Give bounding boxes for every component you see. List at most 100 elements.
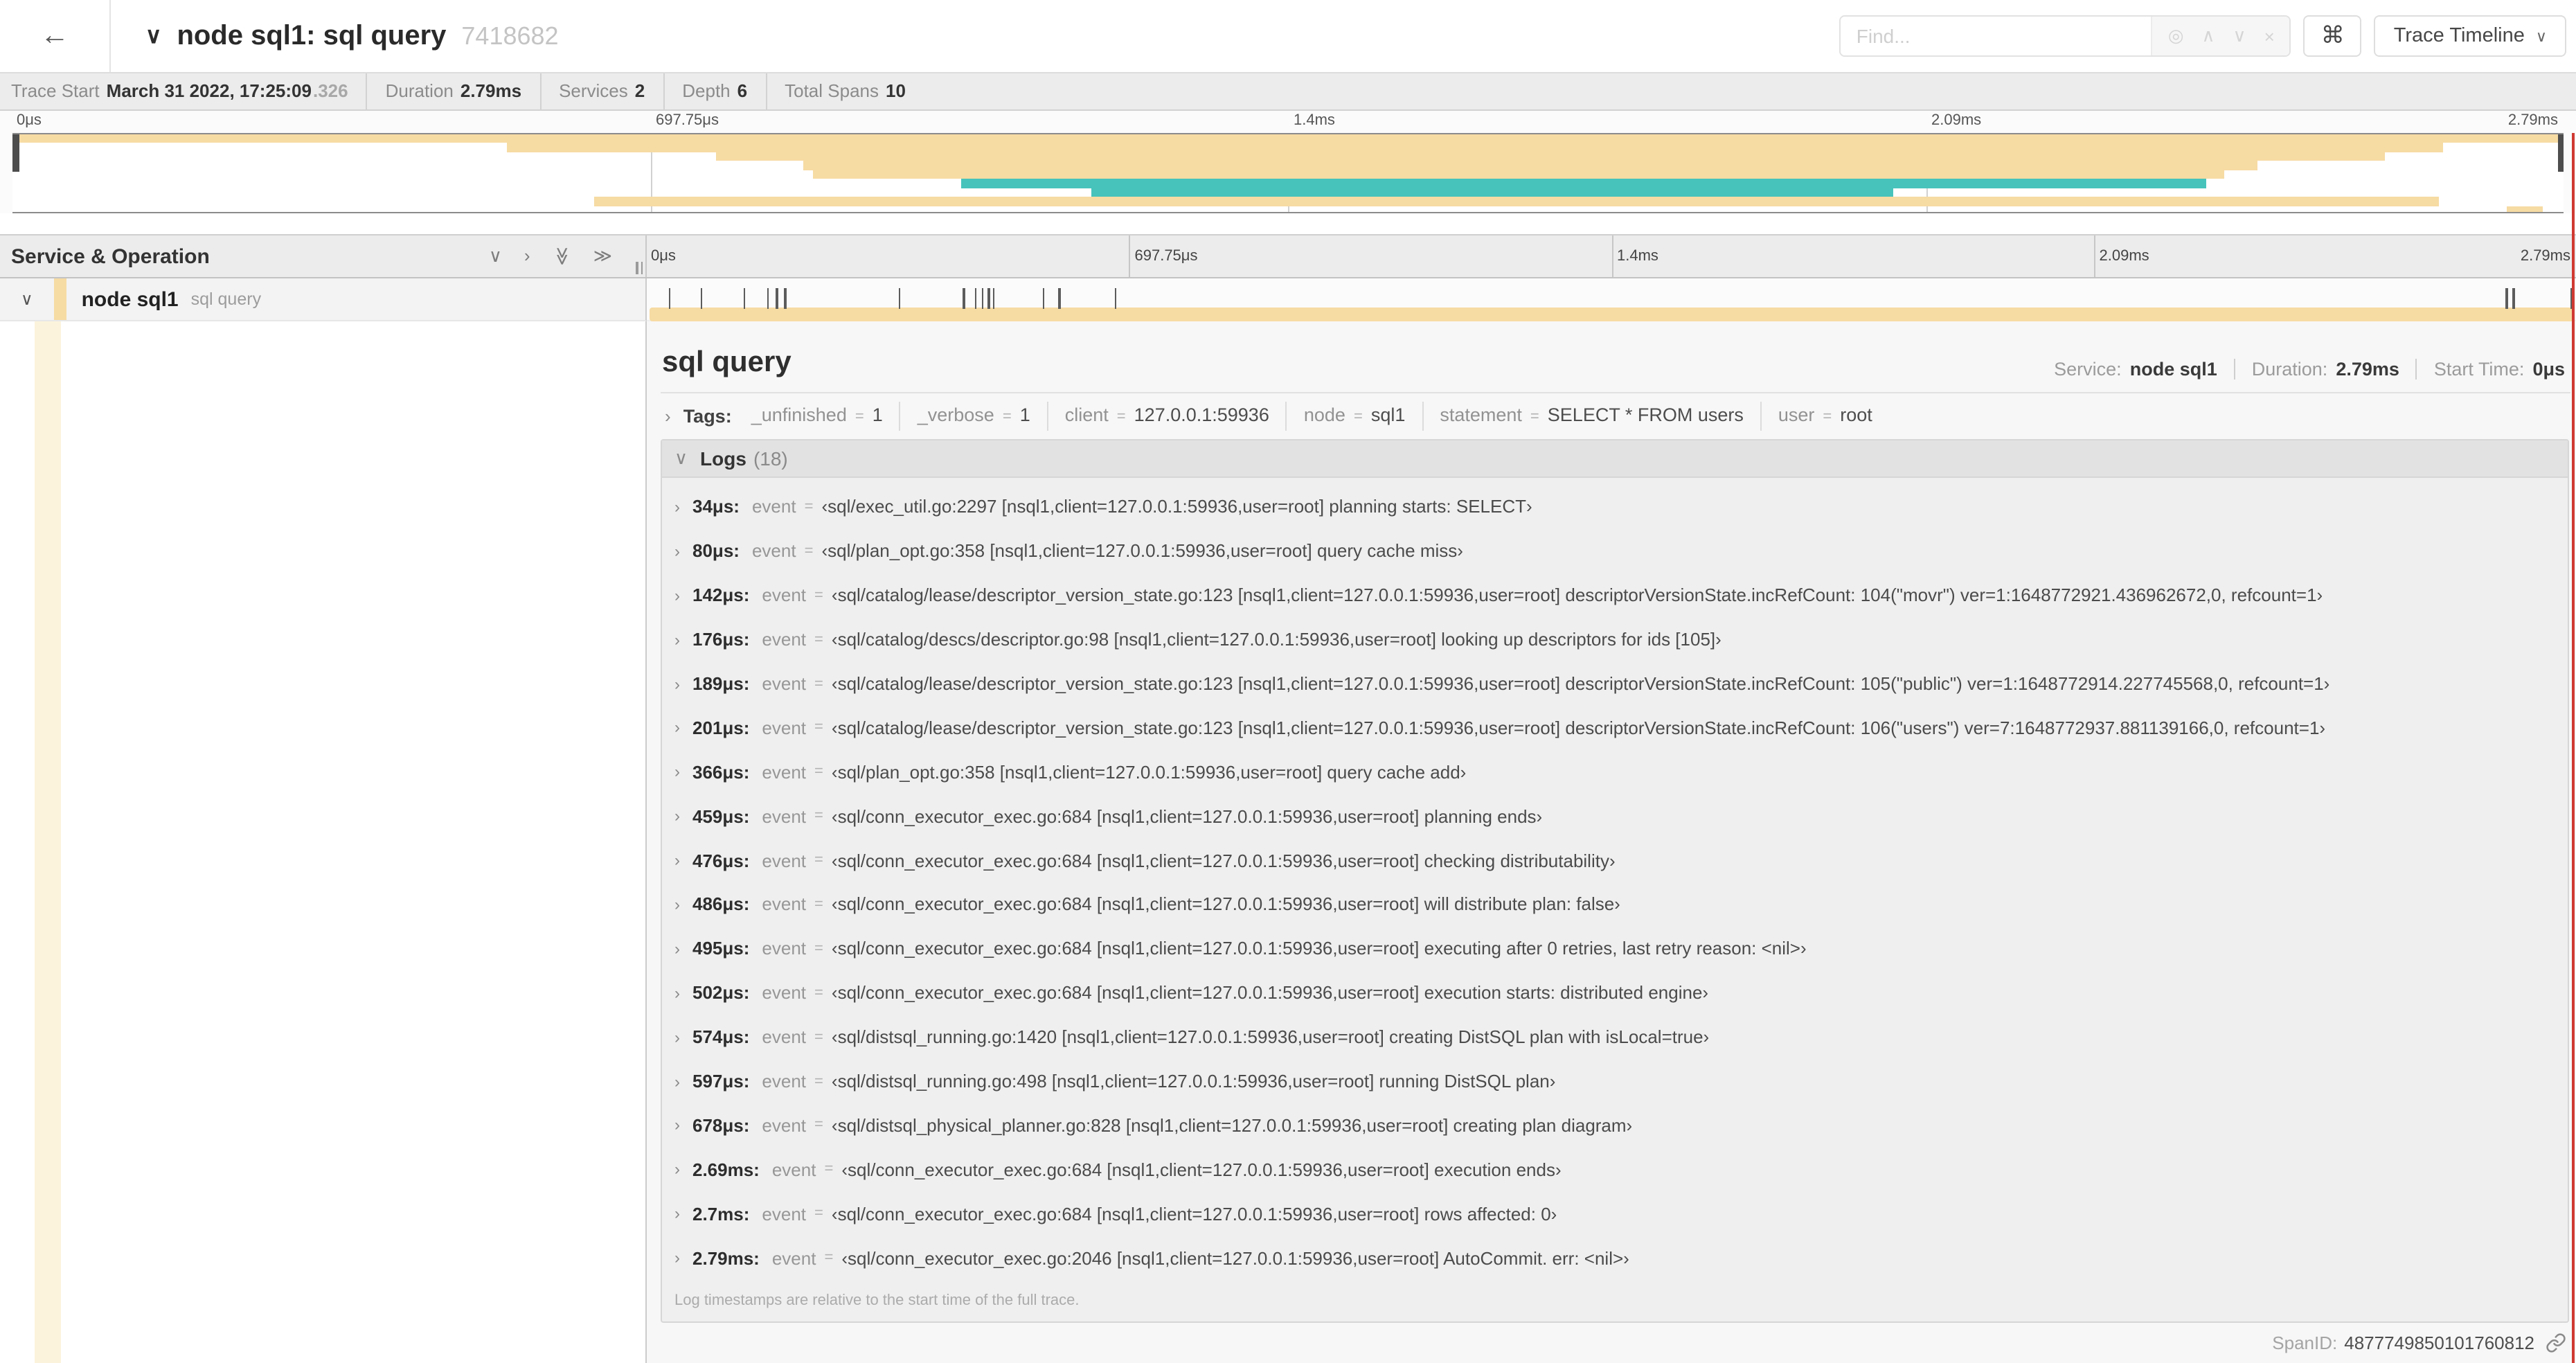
collapse-one-icon[interactable]: ∨ (489, 245, 502, 267)
trace-info-value: March 31 2022, 17:25:09 (106, 80, 312, 101)
tick-label: 697.75μs (656, 112, 719, 129)
minimap-span-bar (961, 179, 2207, 188)
tag-item[interactable]: _unfinished = 1 (735, 402, 900, 431)
logs-header[interactable]: ∨ Logs (18) (662, 440, 2568, 478)
tag-item[interactable]: statement = SELECT * FROM users (1422, 402, 1760, 431)
chevron-right-icon: › (674, 718, 680, 738)
minimap-span-bar (593, 197, 2439, 206)
trace-id: 7418682 (461, 21, 559, 49)
keyboard-shortcuts-button[interactable]: ⌘ (2303, 15, 2362, 57)
view-selector-label: Trace Timeline (2393, 25, 2525, 47)
log-timestamp: 366μs: (692, 761, 750, 783)
log-row[interactable]: › 486μs: event = ‹sql/conn_executor_exec.go:… (662, 882, 2568, 927)
find-input[interactable] (1841, 17, 2152, 55)
log-row[interactable]: › 459μs: event = ‹sql/conn_executor_exec.go:… (662, 794, 2568, 838)
tag-item[interactable]: _verbose = 1 (899, 402, 1047, 431)
log-marker (987, 288, 990, 309)
tick-label: 697.75μs (1134, 248, 1198, 265)
log-row[interactable]: › 476μs: event = ‹sql/conn_executor_exec.go:… (662, 838, 2568, 882)
next-match-icon[interactable]: ∨ (2233, 25, 2246, 47)
span-summary: Service: node sql1 Duration: 2.79ms Start Ti… (2037, 359, 2568, 380)
link-icon[interactable] (2546, 1333, 2566, 1353)
log-event-key: event (762, 938, 807, 959)
log-marker (2505, 288, 2508, 309)
log-marker (700, 288, 703, 309)
equals-sign: = (814, 1116, 823, 1134)
operation-name: sql query (190, 289, 262, 309)
span-collapse-icon[interactable]: ∨ (21, 289, 33, 309)
log-marker (1058, 288, 1061, 309)
back-button[interactable]: ← (0, 0, 111, 72)
clear-search-icon[interactable]: × (2264, 26, 2275, 46)
log-row[interactable]: › 34μs: event = ‹sql/exec_util.go:2297 [nsql… (662, 485, 2568, 529)
log-row[interactable]: › 495μs: event = ‹sql/conn_executor_exec.go:… (662, 927, 2568, 971)
log-row[interactable]: › 2.7ms: event = ‹sql/conn_executor_exec.go:… (662, 1192, 2568, 1236)
span-row-timeline[interactable] (647, 278, 2576, 321)
log-message: ‹sql/conn_executor_exec.go:684 [nsql1,cl… (831, 893, 1620, 915)
log-row[interactable]: › 2.69ms: event = ‹sql/conn_executor_exec.go… (662, 1148, 2568, 1192)
span-id-row: SpanID: 4877749850101760812 (661, 1333, 2570, 1353)
log-message: ‹sql/conn_executor_exec.go:684 [nsql1,cl… (841, 1159, 1562, 1180)
minimap-span-bar (803, 161, 2257, 170)
tick-label: 2.79ms (2507, 112, 2558, 129)
minimap-canvas[interactable] (12, 133, 2564, 213)
timeline-tick-header: 0μs 697.75μs 1.4ms 2.09ms 2.79ms (647, 235, 2576, 277)
log-event-key: event (762, 1071, 807, 1092)
log-timestamp: 495μs: (692, 938, 750, 959)
locate-icon[interactable]: ◎ (2168, 25, 2184, 47)
view-selector-button[interactable]: Trace Timeline ∨ (2374, 15, 2566, 57)
log-marker (767, 288, 769, 309)
log-row[interactable]: › 80μs: event = ‹sql/plan_opt.go:358 [nsql1,… (662, 529, 2568, 573)
expand-all-icon[interactable]: ≫ (593, 245, 612, 267)
log-row[interactable]: › 574μs: event = ‹sql/distsql_running.go:142… (662, 1015, 2568, 1059)
equals-sign: = (1116, 409, 1126, 425)
tag-key: node (1303, 404, 1345, 425)
log-row[interactable]: › 201μs: event = ‹sql/catalog/lease/descript… (662, 706, 2568, 750)
log-row[interactable]: › 142μs: event = ‹sql/catalog/lease/descript… (662, 573, 2568, 618)
log-event-key: event (762, 673, 807, 694)
log-row[interactable]: › 678μs: event = ‹sql/distsql_physical_plann… (662, 1103, 2568, 1148)
log-row[interactable]: › 176μs: event = ‹sql/catalog/descs/descript… (662, 617, 2568, 661)
log-row[interactable]: › 2.79ms: event = ‹sql/conn_executor_exec.go… (662, 1236, 2568, 1280)
tag-key: user (1778, 404, 1815, 425)
equals-sign: = (1353, 409, 1363, 425)
tag-item[interactable]: node = sql1 (1285, 402, 1422, 431)
log-marker (974, 288, 977, 309)
trace-collapse-toggle-icon[interactable]: ∨ (145, 22, 161, 50)
prev-match-icon[interactable]: ∧ (2202, 25, 2215, 47)
log-message: ‹sql/catalog/lease/descriptor_version_st… (831, 673, 2330, 694)
expand-one-icon[interactable]: › (524, 245, 530, 267)
logs-rows: › 34μs: event = ‹sql/exec_util.go:2297 [nsql… (662, 478, 2568, 1280)
collapse-all-icon[interactable]: ≫ (551, 247, 573, 265)
span-row-name-cell[interactable]: ∨ node sql1 sql query (0, 278, 647, 321)
trace-info-item: Duration 2.79ms (366, 73, 539, 109)
tag-item[interactable]: user = root (1760, 402, 1889, 431)
log-row[interactable]: › 502μs: event = ‹sql/conn_executor_exec.go:… (662, 971, 2568, 1015)
log-timestamp: 486μs: (692, 893, 750, 915)
find-bar: ◎ ∧ ∨ × (1839, 15, 2291, 57)
trace-info-bar: Trace Start March 31 2022, 17:25:09.326 Du… (0, 72, 2576, 111)
service-operation-title: Service & Operation (11, 244, 210, 268)
log-row[interactable]: › 366μs: event = ‹sql/plan_opt.go:358 [nsql1… (662, 750, 2568, 794)
tag-value: root (1840, 404, 1872, 425)
log-message: ‹sql/conn_executor_exec.go:684 [nsql1,cl… (831, 1203, 1557, 1224)
log-timestamp: 142μs: (692, 585, 750, 606)
tag-item[interactable]: client = 127.0.0.1:59936 (1046, 402, 1286, 431)
log-row[interactable]: › 189μs: event = ‹sql/catalog/lease/descript… (662, 661, 2568, 706)
timeline-header-row: Service & Operation ∨ › ≫ ≫ 0μs 697.75μs 1… (0, 234, 2576, 278)
column-resizer-grip[interactable] (636, 262, 643, 274)
log-row[interactable]: › 597μs: event = ‹sql/distsql_running.go:498… (662, 1059, 2568, 1103)
span-row[interactable]: ∨ node sql1 sql query (0, 278, 2576, 321)
top-bar: ← ∨ node sql1: sql query 7418682 ◎ ∧ ∨ ×… (0, 0, 2576, 72)
minimap-right-scrubber[interactable] (2557, 134, 2564, 172)
minimap-left-scrubber[interactable] (12, 134, 19, 172)
equals-sign: = (804, 498, 814, 515)
tags-label: Tags: (683, 406, 732, 427)
equals-sign: = (824, 1161, 834, 1178)
equals-sign: = (814, 763, 823, 781)
trace-info-value: 10 (886, 80, 906, 101)
chevron-right-icon: › (665, 406, 671, 427)
main-area: sql query Service: node sql1 Duration: 2.79… (0, 321, 2576, 1363)
log-marker (1114, 288, 1116, 309)
tags-row[interactable]: › Tags: _unfinished = 1 _verbose = 1 client = 12… (661, 393, 2570, 439)
